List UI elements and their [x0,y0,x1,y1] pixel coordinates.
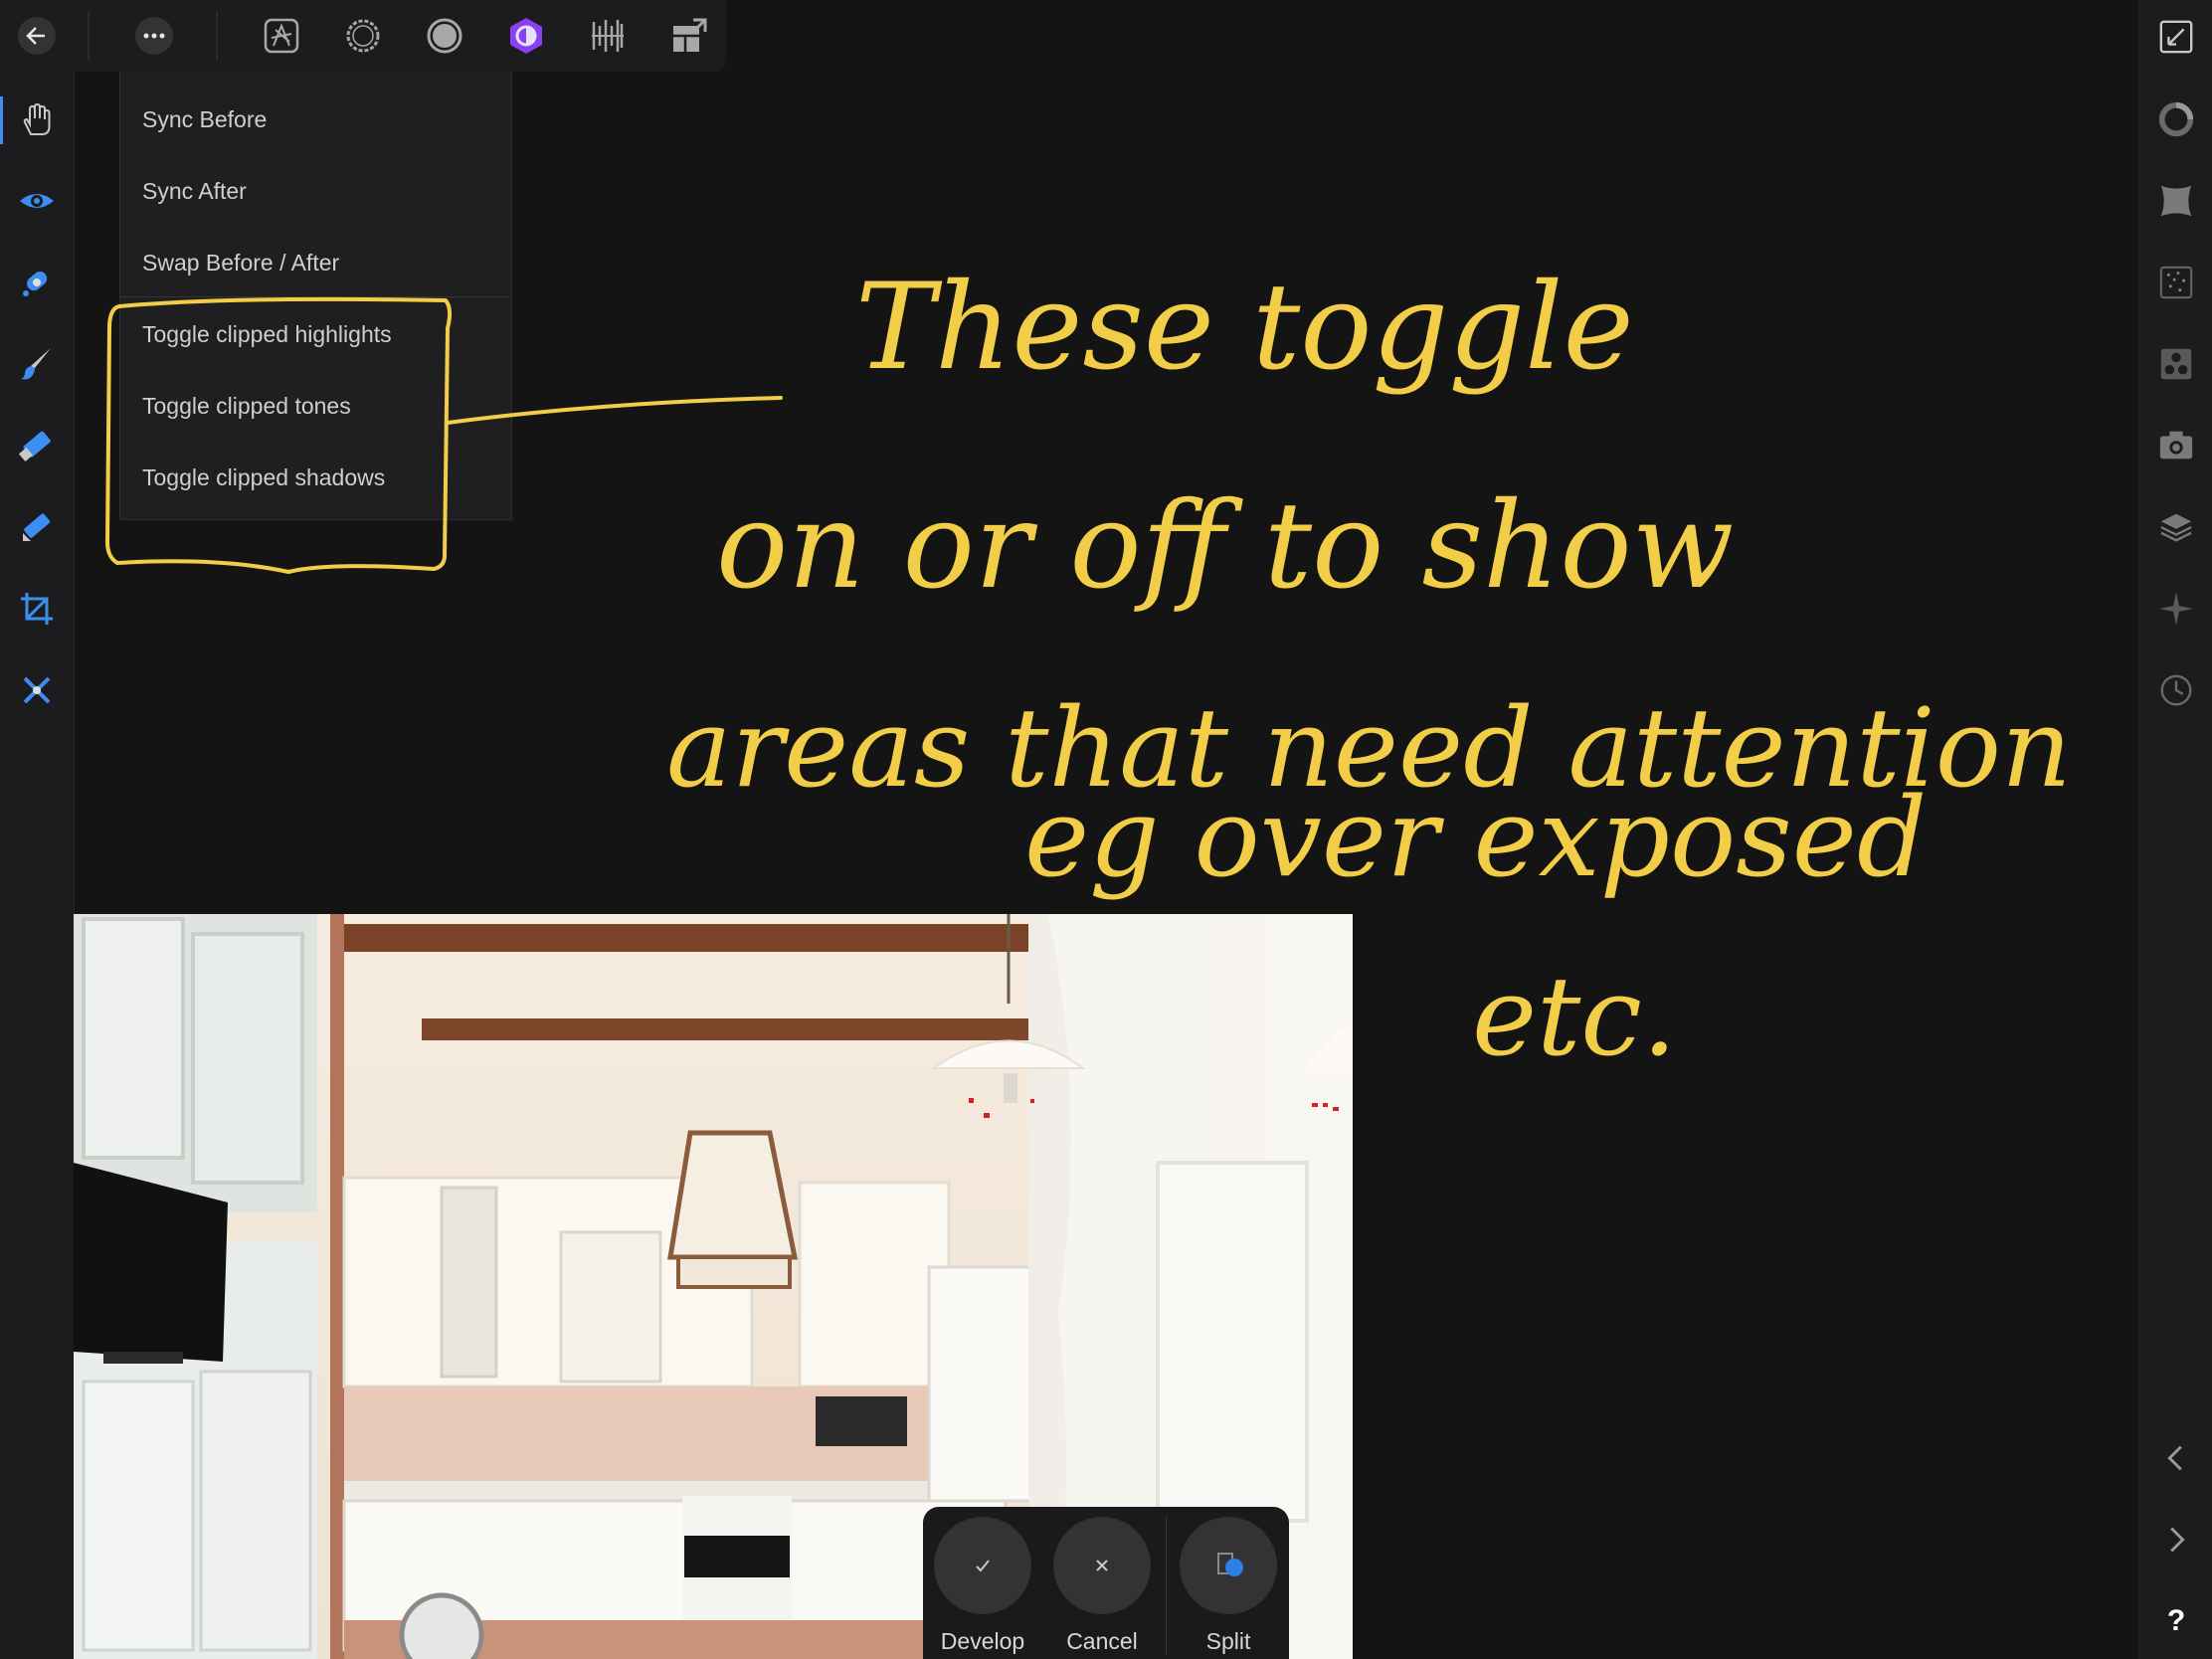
history-panel-icon [2160,674,2192,706]
erase-tool-icon [18,431,51,462]
right-toolbar: ? [2138,0,2212,1659]
left-toolbar [0,0,75,1659]
blemish-tool-button[interactable] [12,258,62,307]
prev-arrow-icon [2167,1445,2182,1471]
basic-panel-icon [2158,101,2194,137]
split-button[interactable] [1180,1517,1277,1614]
tones-panel-icon [2160,348,2192,380]
more-menu: Sync Before Sync After Swap Before / Aft… [119,72,512,520]
ellipsis-icon [135,17,173,55]
hand-tool-button[interactable] [12,95,62,145]
fit-view-button[interactable] [2151,12,2201,62]
next-arrow-icon [2170,1527,2185,1553]
history-panel-button[interactable] [2151,665,2201,715]
menu-item-toggle-clipped-tones[interactable]: Toggle clipped tones [120,370,511,442]
hand-tool-icon [23,102,51,135]
tone-mapping-persona-button[interactable] [501,11,551,61]
layout-persona-icon [673,18,707,52]
active-tool-indicator [0,96,3,144]
annotation-line-4: eg over exposed [1024,774,1927,901]
tone-mapping-persona-icon [510,18,542,54]
photo-persona-icon [264,18,299,54]
toolbar-divider [216,12,218,60]
develop-label: Develop [940,1628,1025,1654]
export-persona-icon [592,20,624,52]
brush-tool-button[interactable] [12,339,62,389]
context-toolbar: Develop Cancel Split [923,1507,1289,1659]
top-toolbar [0,0,726,72]
red-eye-tool-button[interactable] [12,176,62,226]
layout-persona-button[interactable] [664,11,714,61]
menu-item-swap-before-after[interactable]: Swap Before / After [120,227,511,298]
layers-panel-button[interactable] [2151,502,2201,552]
gradient-tool-button[interactable] [12,502,62,552]
red-eye-tool-icon [20,194,54,208]
white-balance-tool-button[interactable] [12,665,62,715]
fit-view-icon [2159,20,2193,54]
focus-panel-button[interactable] [2151,584,2201,634]
photo-persona-button[interactable] [257,11,306,61]
menu-item-toggle-clipped-shadows[interactable]: Toggle clipped shadows [120,442,511,513]
focus-panel-icon [2158,591,2194,627]
overlays-panel-icon [2159,431,2193,460]
crop-tool-icon [21,593,53,625]
basic-panel-button[interactable] [2151,94,2201,144]
menu-item-sync-after[interactable]: Sync After [120,155,511,227]
split-view-icon [1217,1553,1243,1576]
help-icon: ? [2166,1604,2186,1637]
develop-button[interactable] [934,1517,1031,1614]
menu-divider [120,296,511,297]
annotation-line-5: etc. [1472,953,1677,1080]
menu-item-toggle-clipped-highlights[interactable]: Toggle clipped highlights [120,298,511,370]
menu-item-sync-before[interactable]: Sync Before [120,84,511,155]
lens-panel-icon [2160,185,2192,217]
cancel-label: Cancel [1066,1628,1138,1654]
checkmark-icon [976,1560,990,1572]
brush-tool-icon [21,348,51,380]
previous-button[interactable] [2151,1433,2201,1483]
blemish-tool-icon [23,272,48,296]
details-panel-button[interactable] [2151,258,2201,307]
split-label: Split [1205,1628,1251,1654]
liquify-persona-icon [346,19,380,53]
next-button[interactable] [2151,1515,2201,1565]
develop-persona-button[interactable] [420,11,469,61]
crop-tool-button[interactable] [12,584,62,634]
layers-panel-icon [2160,513,2192,542]
white-balance-tool-icon [23,676,51,704]
back-button[interactable] [12,11,62,61]
liquify-persona-button[interactable] [338,11,388,61]
overlays-panel-button[interactable] [2151,421,2201,470]
help-button[interactable]: ? [2151,1596,2201,1646]
develop-persona-icon [427,18,462,54]
gradient-tool-icon [23,513,51,541]
annotation-line-2: on or off to show [716,477,1734,616]
annotation-line-1: These toggle [855,259,1634,397]
erase-tool-button[interactable] [12,421,62,470]
back-arrow-icon [18,17,56,55]
annotation-line-3: areas that need attention [666,684,2072,812]
details-panel-icon [2159,266,2193,299]
lens-panel-button[interactable] [2151,176,2201,226]
toolbar-divider [88,12,90,60]
cancel-button[interactable] [1053,1517,1151,1614]
more-button[interactable] [129,11,179,61]
tones-panel-button[interactable] [2151,339,2201,389]
panel-divider [1166,1517,1167,1656]
export-persona-button[interactable] [583,11,633,61]
close-icon [1096,1560,1108,1571]
